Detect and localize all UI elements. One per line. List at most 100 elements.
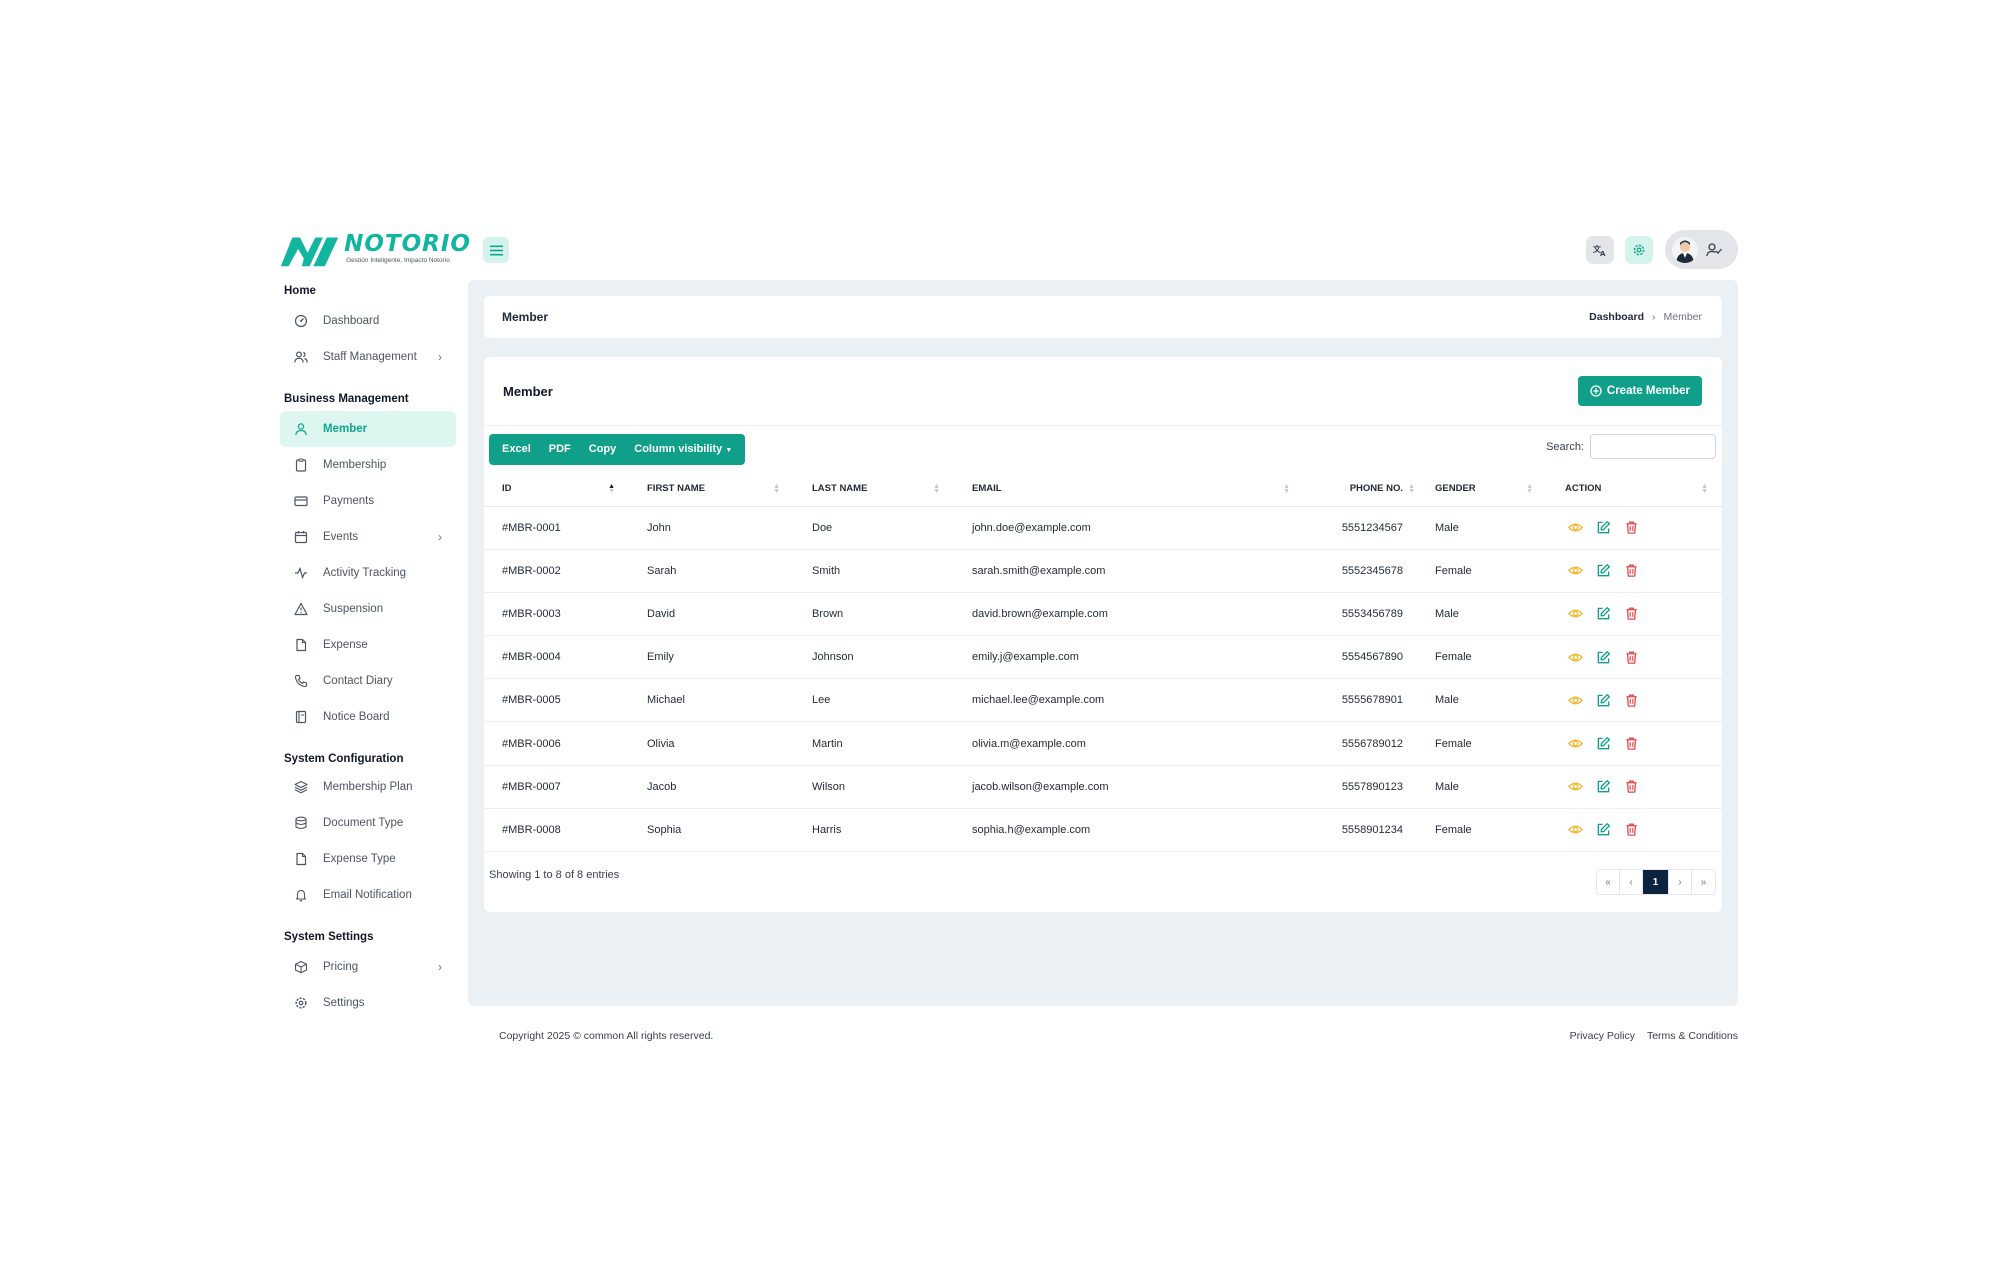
database-icon (294, 816, 308, 830)
view-icon[interactable] (1567, 649, 1583, 665)
sidebar-item-label: Activity Tracking (323, 567, 407, 579)
sort-icon: ▲ ▼ (933, 483, 940, 495)
brand-logo[interactable]: NOTORIO Gestión Inteligente, Impacto Not… (279, 228, 471, 270)
sidebar-item-contact-diary[interactable]: Contact Diary (280, 663, 456, 699)
delete-icon[interactable] (1623, 520, 1639, 536)
create-member-button[interactable]: Create Member (1577, 376, 1702, 406)
sidebar-item-email-notification[interactable]: Email Notification (280, 877, 456, 913)
user-icon (294, 422, 308, 436)
table-row: #MBR-0004 Emily Johnson emily.j@example.com… (484, 635, 1722, 680)
page-current-button[interactable]: 1 (1643, 870, 1669, 894)
sort-icon: ▲ ▼ (1408, 483, 1415, 495)
chevron-right-icon: › (438, 960, 442, 974)
cell-email: emily.j@example.com (954, 635, 1304, 680)
menu-toggle-button[interactable] (483, 237, 509, 263)
sidebar-item-settings[interactable]: Settings (280, 985, 456, 1021)
language-button[interactable]: 文 A (1586, 236, 1614, 264)
sidebar-item-label: Email Notification (323, 889, 412, 901)
edit-icon[interactable] (1595, 779, 1611, 795)
view-icon[interactable] (1567, 520, 1583, 536)
edit-icon[interactable] (1595, 563, 1611, 579)
column-header-action[interactable]: ACTION ▲ ▼ (1547, 472, 1722, 507)
sort-icon: ▲ ▼ (1526, 483, 1533, 495)
cell-id: #MBR-0006 (484, 721, 629, 766)
search-input[interactable] (1590, 434, 1716, 459)
edit-icon[interactable] (1595, 692, 1611, 708)
copy-button[interactable]: Copy (580, 434, 626, 465)
calendar-icon (294, 530, 308, 544)
cell-email: jacob.wilson@example.com (954, 765, 1304, 809)
sidebar-item-payments[interactable]: Payments (280, 483, 456, 519)
sidebar-item-notice-board[interactable]: Notice Board (280, 699, 456, 735)
terms-conditions-link[interactable]: Terms & Conditions (1647, 1030, 1738, 1042)
delete-icon[interactable] (1623, 822, 1639, 838)
sidebar-item-document-type[interactable]: Document Type (280, 805, 456, 841)
sidebar-item-label: Events (323, 531, 359, 543)
cell-id: #MBR-0007 (484, 765, 629, 809)
privacy-policy-link[interactable]: Privacy Policy (1570, 1030, 1635, 1042)
sidebar-item-events[interactable]: Events › (280, 519, 456, 555)
edit-icon[interactable] (1595, 649, 1611, 665)
delete-icon[interactable] (1623, 563, 1639, 579)
delete-icon[interactable] (1623, 692, 1639, 708)
cell-last-name: Harris (794, 808, 954, 853)
sidebar-item-staff-management[interactable]: Staff Management › (280, 339, 456, 375)
view-icon[interactable] (1567, 606, 1583, 622)
page-next-button[interactable]: › (1669, 870, 1692, 894)
column-header-email[interactable]: EMAIL ▲ ▼ (954, 472, 1304, 507)
sidebar-item-activity-tracking[interactable]: Activity Tracking (280, 555, 456, 591)
cell-last-name: Smith (794, 549, 954, 593)
edit-icon[interactable] (1595, 822, 1611, 838)
view-icon[interactable] (1567, 736, 1583, 752)
delete-icon[interactable] (1623, 736, 1639, 752)
breadcrumb-link-dashboard[interactable]: Dashboard (1589, 311, 1644, 323)
cell-first-name: Jacob (629, 765, 794, 809)
sidebar-item-expense[interactable]: Expense (280, 627, 456, 663)
edit-icon[interactable] (1595, 606, 1611, 622)
page-prev-button[interactable]: ‹ (1620, 870, 1643, 894)
column-header-last-name[interactable]: LAST NAME ▲ ▼ (794, 472, 954, 507)
box-icon (294, 960, 308, 974)
sidebar-item-label: Membership (323, 459, 387, 471)
pdf-button[interactable]: PDF (540, 434, 580, 465)
edit-icon[interactable] (1595, 520, 1611, 536)
page-last-button[interactable]: » (1692, 870, 1715, 894)
sidebar-item-pricing[interactable]: Pricing › (280, 949, 456, 985)
edit-icon[interactable] (1595, 736, 1611, 752)
translate-icon: 文 A (1593, 244, 1606, 257)
column-header-phone[interactable]: PHONE NO. ▲ ▼ (1304, 472, 1417, 507)
column-header-id[interactable]: ID ▲ ▼ (484, 472, 629, 507)
delete-icon[interactable] (1623, 649, 1639, 665)
avatar (1672, 236, 1698, 263)
sidebar-item-membership[interactable]: Membership (280, 447, 456, 483)
sidebar-item-membership-plan[interactable]: Membership Plan (280, 769, 456, 805)
cell-actions (1547, 678, 1722, 723)
sidebar-item-expense-type[interactable]: Expense Type (280, 841, 456, 877)
sidebar: Home Dashboard Staff Management › Busine… (280, 283, 456, 1021)
phone-icon (294, 674, 308, 688)
view-icon[interactable] (1567, 779, 1583, 795)
settings-button[interactable] (1625, 236, 1653, 264)
excel-button[interactable]: Excel (493, 434, 540, 465)
delete-icon[interactable] (1623, 779, 1639, 795)
view-icon[interactable] (1567, 822, 1583, 838)
delete-icon[interactable] (1623, 606, 1639, 622)
sidebar-item-label: Membership Plan (323, 781, 413, 793)
cell-id: #MBR-0002 (484, 549, 629, 593)
column-header-gender[interactable]: GENDER ▲ ▼ (1417, 472, 1547, 507)
column-header-first-name[interactable]: FIRST NAME ▲ ▼ (629, 472, 794, 507)
layers-icon (294, 780, 308, 794)
sidebar-item-label: Pricing (323, 961, 359, 973)
view-icon[interactable] (1567, 692, 1583, 708)
column-visibility-button[interactable]: Column visibility ▼ (625, 434, 741, 465)
sidebar-item-suspension[interactable]: Suspension (280, 591, 456, 627)
search-label: Search: (1546, 440, 1584, 453)
sidebar-item-dashboard[interactable]: Dashboard (280, 303, 456, 339)
sidebar-item-member[interactable]: Member (280, 411, 456, 447)
page-first-button[interactable]: « (1597, 870, 1620, 894)
footer-copyright: Copyright 2025 © common All rights reser… (499, 1030, 714, 1042)
user-menu[interactable] (1665, 230, 1738, 269)
cell-gender: Male (1417, 592, 1547, 637)
cell-gender: Female (1417, 808, 1547, 853)
view-icon[interactable] (1567, 563, 1583, 579)
